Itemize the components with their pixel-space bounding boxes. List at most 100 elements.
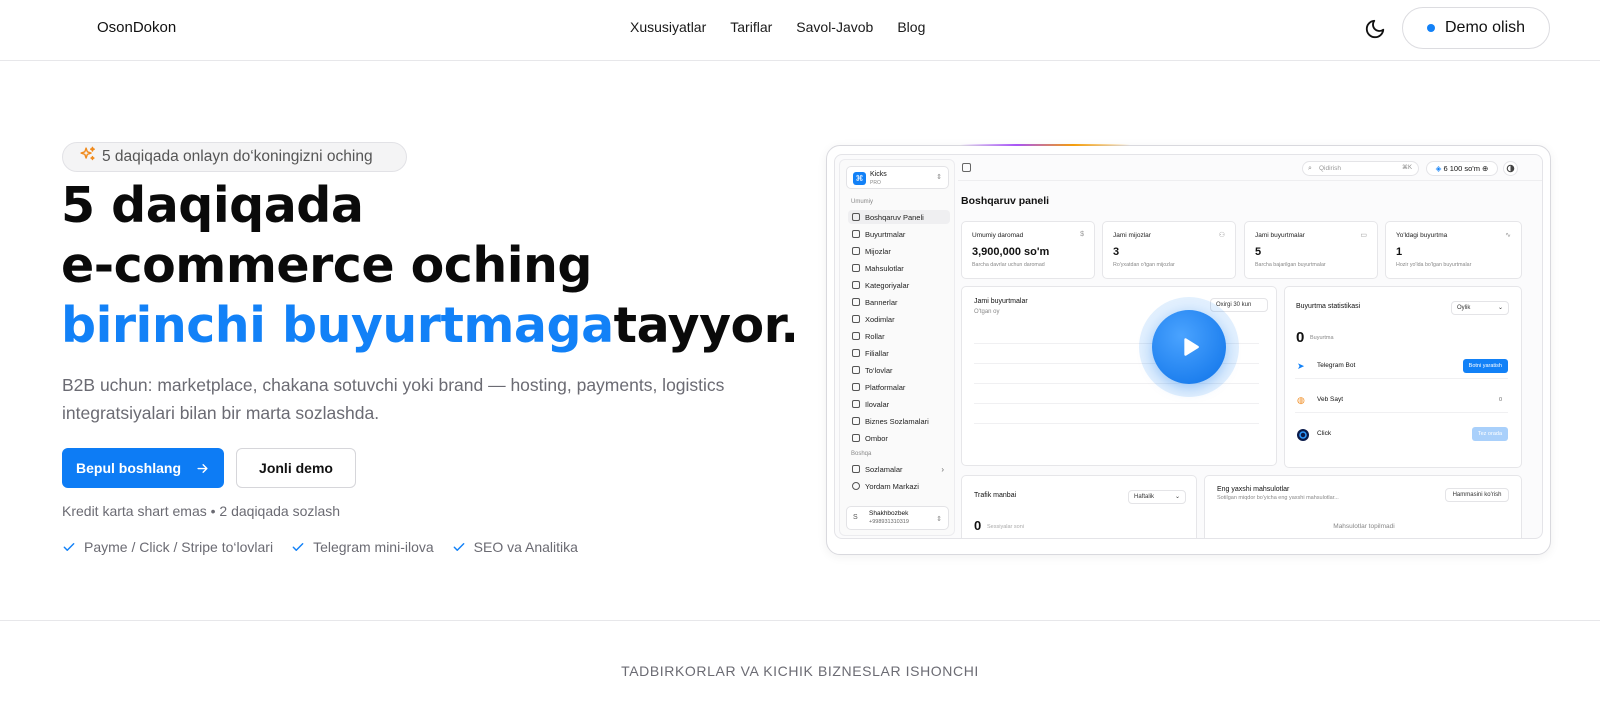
- traffic-period-label: Haftalik: [1134, 494, 1155, 500]
- sidebar-item-label: Kategoriyalar: [865, 280, 910, 290]
- live-demo-button[interactable]: Jonli demo: [236, 448, 356, 488]
- channel-row-click: Click Tez orada: [1295, 421, 1508, 447]
- stat-desc: Barcha bajarilgan buyurtmalar: [1255, 262, 1326, 268]
- feature-list: Payme / Click / Stripe to‘lovlari Telegr…: [62, 539, 578, 555]
- period-select-label: Oylik: [1457, 305, 1471, 311]
- feature-seo: SEO va Analitika: [473, 539, 578, 555]
- dollar-icon: $: [1080, 231, 1084, 238]
- sidebar-item-apps: Ilovalar: [848, 397, 950, 411]
- grid-line: [974, 403, 1259, 404]
- order-count: 0: [1296, 329, 1305, 346]
- coin-icon: ◈: [1435, 164, 1444, 173]
- traffic-card: Trafik manbai Haftalik ⌄ 0 Sessiyalar son…: [961, 475, 1197, 538]
- chart-subtitle: O'tgan oy: [974, 309, 1000, 315]
- stat-value: 3,900,000 so'm: [972, 246, 1050, 258]
- sidebar-item-label: Sozlamalar: [865, 464, 903, 474]
- sidebar-item-label: Mijozlar: [865, 246, 891, 256]
- search-placeholder: Qidirish: [1319, 165, 1342, 172]
- page-title: Boshqaruv paneli: [961, 195, 1050, 207]
- site-header: OsonDokon Xususiyatlar Tariflar Savol-Ja…: [0, 0, 1600, 61]
- chart-title: Jami buyurtmalar: [974, 298, 1028, 305]
- headline-tail: tayyor.: [613, 297, 799, 354]
- empty-state: Mahsulotlar topilmadi: [1333, 523, 1395, 530]
- cart-icon: [852, 264, 860, 272]
- moon-icon[interactable]: [1362, 16, 1388, 42]
- user-key-icon: [852, 332, 860, 340]
- sidebar-item-orders: Buyurtmalar: [848, 227, 950, 241]
- check-icon: [292, 543, 304, 551]
- store-logo-icon: ⌘: [853, 172, 866, 185]
- stat-label: Umumiy daromad: [972, 232, 1024, 239]
- brand-logo[interactable]: OsonDokon: [97, 19, 176, 36]
- stat-card-in-transit: Yo'ldagi buyurtma ∿ 1 Hozir yo'lda bo'lg…: [1385, 221, 1522, 279]
- preview-topbar: ⌕ Qidirish ⌘K ◈ 6 100 so'm ⊕: [958, 155, 1542, 181]
- order-stats-card: Buyurtma statistikasi Oylik ⌄ 0 Buyurtma …: [1284, 286, 1522, 468]
- sidebar-item-warehouse: Ombor: [848, 431, 950, 445]
- channel-label: Telegram Bot: [1317, 362, 1356, 369]
- demo-label: Demo olish: [1444, 19, 1526, 36]
- coming-soon-button: Tez orada: [1471, 427, 1508, 441]
- sidebar-item-label: Mahsulotlar: [865, 263, 904, 273]
- nav-blog[interactable]: Blog: [897, 19, 925, 35]
- store-switcher: ⌘ Kicks PRO ⇕: [846, 166, 949, 189]
- sidebar-item-banners: Bannerlar: [848, 295, 950, 309]
- sidebar-item-label: Rollar: [865, 331, 885, 341]
- nav-faq[interactable]: Savol-Javob: [796, 19, 873, 35]
- chevrons-icon: ⇕: [936, 174, 942, 181]
- activity-icon: ∿: [1505, 232, 1511, 239]
- stat-label: Yo'ldagi buyurtma: [1396, 232, 1448, 239]
- play-video-button[interactable]: [1152, 310, 1226, 384]
- help-icon: [852, 482, 860, 490]
- best-products-desc: Sotilgan miqdor bo'yicha eng yaxshi mahs…: [1217, 495, 1339, 501]
- start-free-button[interactable]: Bepul boshlang: [62, 448, 224, 488]
- feature-telegram: Telegram mini-ilova: [313, 539, 434, 555]
- hero-headline: 5 daqiqada e-commerce oching birinchi bu…: [61, 176, 799, 356]
- hero-badge-text: 5 daqiqada onlayn do‘koningizni oching: [102, 148, 373, 165]
- demo-request-button[interactable]: Demo olish: [1402, 7, 1550, 49]
- stat-desc: Ro'yxatdan o'tgan mijozlar: [1113, 262, 1175, 268]
- sparkles-icon: [79, 146, 96, 168]
- stat-card-orders: Jami buyurtmalar ▭ 5 Barcha bajarilgan b…: [1244, 221, 1378, 279]
- hero-badge: 5 daqiqada onlayn do‘koningizni oching: [62, 142, 407, 172]
- warehouse-icon: [852, 434, 860, 442]
- nav-pricing[interactable]: Tariflar: [730, 19, 772, 35]
- sidebar-item-staff: Xodimlar: [848, 312, 950, 326]
- sidebar-item-branches: Filiallar: [848, 346, 950, 360]
- feature-item: Telegram mini-ilova: [291, 539, 434, 555]
- preview-main: ⌕ Qidirish ⌘K ◈ 6 100 so'm ⊕ Boshqaruv p…: [958, 155, 1542, 538]
- nav-features[interactable]: Xususiyatlar: [630, 19, 706, 35]
- best-products-card: Eng yaxshi mahsulotlar Sotilgan miqdor b…: [1204, 475, 1522, 538]
- check-icon: [63, 543, 75, 551]
- channel-label: Click: [1317, 430, 1332, 437]
- plus-circle-icon: ⊕: [1482, 164, 1489, 173]
- chevrons-icon: ⇕: [936, 516, 942, 523]
- stat-card-revenue: Umumiy daromad $ 3,900,000 so'm Barcha d…: [961, 221, 1095, 279]
- stat-label: Jami buyurtmalar: [1255, 232, 1305, 239]
- gear-icon: [852, 417, 860, 425]
- create-bot-button: Botni yaratish: [1462, 359, 1508, 373]
- traffic-value: 0: [974, 518, 982, 533]
- sidebar-item-label: Filiallar: [865, 348, 889, 358]
- gear-icon: [852, 465, 860, 473]
- view-all-button: Hammasini ko'rish: [1445, 488, 1509, 502]
- wallet-icon: [852, 366, 860, 374]
- sidebar-item-help: Yordam Markazi: [848, 479, 950, 493]
- sidebar-item-customers: Mijozlar: [848, 244, 950, 258]
- sidebar-item-business-settings: Biznes Sozlamalari: [848, 414, 950, 428]
- play-icon: [1184, 338, 1199, 356]
- check-icon: [453, 543, 465, 551]
- channel-row-telegram: ➤ Telegram Bot Botni yaratish: [1295, 353, 1508, 379]
- sidebar-item-label: Biznes Sozlamalari: [865, 416, 929, 426]
- chevron-right-icon: ›: [941, 464, 944, 474]
- order-count-label: Buyurtma: [1310, 335, 1334, 341]
- sidebar-item-label: To‘lovlar: [865, 365, 893, 375]
- balance-badge: ◈ 6 100 so'm ⊕: [1426, 161, 1498, 176]
- users-icon: [852, 315, 860, 323]
- chevron-down-icon: ⌄: [1497, 305, 1503, 311]
- headline-line-2: e-commerce oching: [61, 237, 592, 294]
- user-menu: S Shakhbozbek +998931310319 ⇕: [846, 506, 949, 530]
- balance-value: 6 100 so'm: [1443, 164, 1480, 173]
- sidebar-item-label: Bannerlar: [865, 297, 898, 307]
- trust-heading: TADBIRKORLAR VA KICHIK BIZNESLAR ISHONCH…: [621, 663, 979, 679]
- user-phone: +998931310319: [869, 519, 909, 525]
